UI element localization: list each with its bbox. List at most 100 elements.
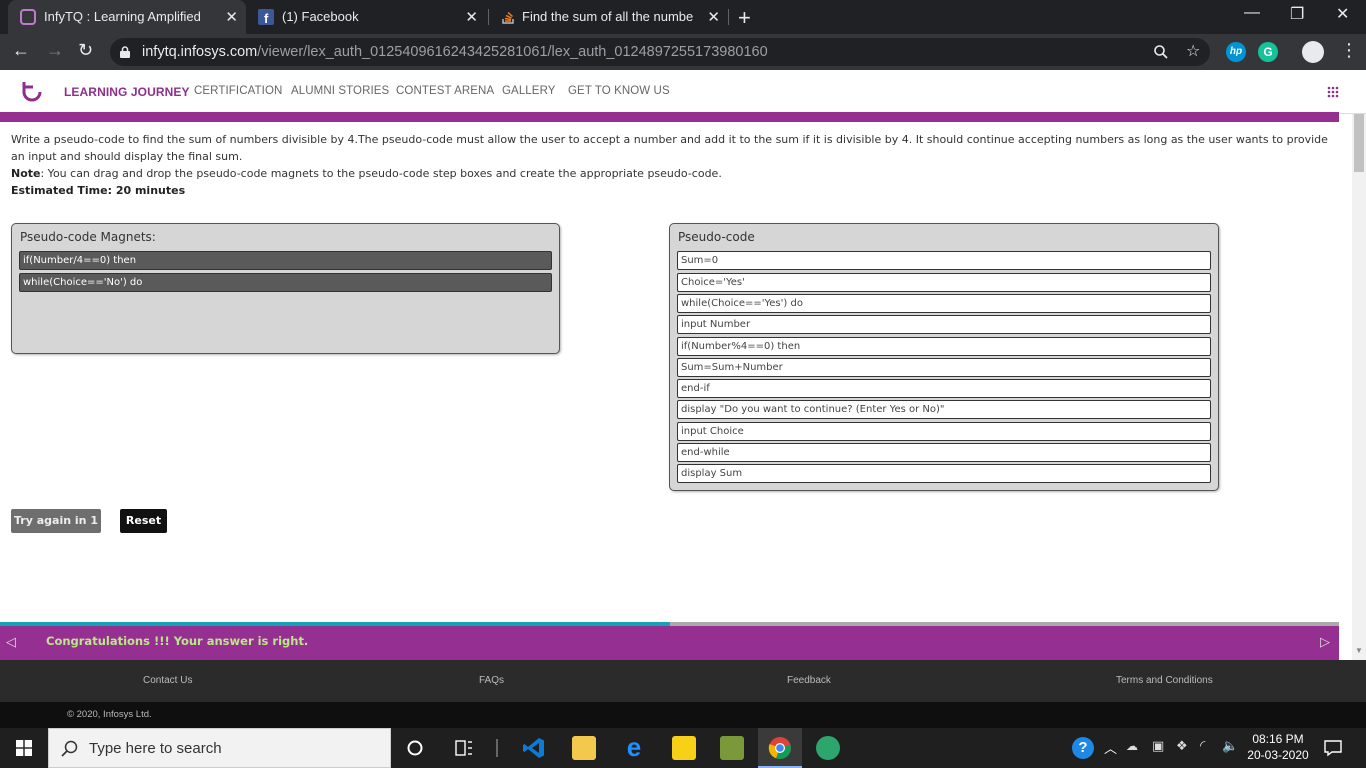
- pseudocode-step[interactable]: display "Do you want to continue? (Enter…: [677, 400, 1211, 419]
- forward-icon[interactable]: →: [46, 40, 64, 61]
- tab-title: InfyTQ : Learning Amplified: [44, 9, 201, 24]
- atom-icon[interactable]: [816, 736, 840, 760]
- cortana-icon[interactable]: [407, 740, 423, 756]
- taskbar-divider: [496, 739, 498, 757]
- profile-avatar[interactable]: [1302, 41, 1324, 63]
- browser-tab-bar: InfyTQ : Learning Amplified ✕ f (1) Face…: [0, 0, 1366, 34]
- nav-gallery[interactable]: GALLERY: [502, 85, 556, 97]
- magnet-item[interactable]: while(Choice=='No') do: [19, 273, 552, 292]
- apps-grid-icon[interactable]: [1327, 86, 1339, 98]
- editor-app-icon[interactable]: [720, 736, 744, 760]
- footer-contact-us[interactable]: Contact Us: [143, 675, 192, 686]
- vscode-icon[interactable]: [522, 736, 546, 760]
- nav-get-to-know-us[interactable]: GET TO KNOW US: [568, 85, 670, 97]
- close-tab-icon[interactable]: ✕: [707, 8, 720, 26]
- menu-kebab-icon[interactable]: ⋮: [1340, 40, 1358, 61]
- taskbar-clock[interactable]: 08:16 PM 20-03-2020: [1246, 731, 1310, 763]
- address-bar-row: ← → ↻ infytq.infosys.com/viewer/lex_auth…: [0, 34, 1366, 70]
- chrome-taskbar-item[interactable]: [758, 728, 802, 768]
- wifi-tray-icon[interactable]: ◜: [1200, 737, 1205, 754]
- pseudocode-step[interactable]: while(Choice=='Yes') do: [677, 294, 1211, 313]
- taskbar-search-box[interactable]: Type here to search: [48, 728, 391, 768]
- notifications-icon[interactable]: [1324, 739, 1342, 757]
- windows-taskbar: Type here to search e ? ︿ ☁ ▣ ❖ ◜ 🔈 08:1…: [0, 728, 1366, 768]
- tab-stackoverflow[interactable]: Find the sum of all the numbers ✕: [490, 0, 728, 34]
- minimize-icon[interactable]: —: [1244, 4, 1260, 22]
- scroll-down-icon[interactable]: ▼: [1355, 646, 1363, 655]
- nav-learning-journey[interactable]: LEARNING JOURNEY: [64, 85, 190, 99]
- task-view-icon[interactable]: [455, 740, 473, 756]
- page-scrollbar[interactable]: ▼: [1352, 114, 1366, 660]
- new-tab-button[interactable]: +: [738, 5, 751, 31]
- tab-infytq[interactable]: InfyTQ : Learning Amplified ✕: [8, 0, 246, 34]
- magnet-item[interactable]: if(Number/4==0) then: [19, 251, 552, 270]
- grammarly-extension-icon[interactable]: G: [1258, 42, 1278, 62]
- footer-faqs[interactable]: FAQs: [479, 675, 504, 686]
- close-tab-icon[interactable]: ✕: [465, 8, 478, 26]
- clock-time: 08:16 PM: [1252, 732, 1304, 746]
- bookmark-star-icon[interactable]: ☆: [1186, 41, 1200, 61]
- magnets-title: Pseudo-code Magnets:: [20, 230, 156, 244]
- infytq-icon: [20, 9, 36, 25]
- hp-extension-icon[interactable]: hp: [1226, 42, 1246, 62]
- note-text: : You can drag and drop the pseudo-code …: [40, 167, 722, 180]
- nav-alumni-stories[interactable]: ALUMNI STORIES: [291, 85, 389, 97]
- network-tray-icon[interactable]: ▣: [1152, 738, 1164, 754]
- pseudocode-step[interactable]: input Choice: [677, 422, 1211, 441]
- content-title-strip: [0, 112, 1339, 122]
- url-text: infytq.infosys.com/viewer/lex_auth_01254…: [142, 44, 768, 60]
- nav-contest-arena[interactable]: CONTEST ARENA: [396, 85, 494, 97]
- tray-chevron-icon[interactable]: ︿: [1104, 738, 1117, 757]
- tab-title: Find the sum of all the numbers: [522, 9, 694, 24]
- omnibox[interactable]: infytq.infosys.com/viewer/lex_auth_01254…: [110, 38, 1210, 66]
- edge-icon[interactable]: e: [622, 734, 646, 760]
- facebook-icon: f: [258, 9, 274, 25]
- help-tray-icon[interactable]: ?: [1072, 737, 1094, 759]
- url-host: infytq.infosys.com: [142, 44, 258, 60]
- pseudocode-step[interactable]: Sum=Sum+Number: [677, 358, 1211, 377]
- copyright-text: © 2020, Infosys Ltd.: [67, 709, 152, 720]
- pseudocode-step[interactable]: end-if: [677, 379, 1211, 398]
- cloud-tray-icon[interactable]: ☁: [1126, 739, 1138, 753]
- try-again-button[interactable]: Try again in 1: [11, 509, 101, 533]
- pseudocode-step[interactable]: if(Number%4==0) then: [677, 337, 1211, 356]
- footer-feedback[interactable]: Feedback: [787, 675, 831, 686]
- file-explorer-icon[interactable]: [572, 736, 596, 760]
- estimated-time: Estimated Time: 20 minutes: [11, 184, 186, 197]
- question-text: Write a pseudo-code to find the sum of n…: [11, 131, 1331, 199]
- next-arrow-icon[interactable]: ▷: [1320, 634, 1330, 650]
- scrollbar-thumb[interactable]: [1354, 114, 1364, 172]
- svg-text:f: f: [264, 11, 269, 25]
- footer-terms[interactable]: Terms and Conditions: [1116, 675, 1213, 686]
- pseudocode-step[interactable]: Choice='Yes': [677, 273, 1211, 292]
- search-icon: [61, 740, 78, 757]
- magnets-panel: Pseudo-code Magnets: if(Number/4==0) the…: [11, 223, 560, 354]
- pseudocode-step[interactable]: Sum=0: [677, 251, 1211, 270]
- dropbox-tray-icon[interactable]: ❖: [1176, 738, 1188, 754]
- pseudocode-step[interactable]: input Number: [677, 315, 1211, 334]
- result-bar: ◁ Congratulations !!! Your answer is rig…: [0, 626, 1339, 660]
- reload-icon[interactable]: ↻: [78, 40, 93, 61]
- tab-separator: [488, 9, 489, 25]
- pseudocode-title: Pseudo-code: [678, 230, 755, 244]
- question-note: Note: You can drag and drop the pseudo-c…: [11, 165, 1331, 182]
- pseudocode-step[interactable]: display Sum: [677, 464, 1211, 483]
- sticky-notes-icon[interactable]: [672, 736, 696, 760]
- close-window-icon[interactable]: ✕: [1336, 4, 1349, 24]
- copyright-bar: © 2020, Infosys Ltd.: [0, 702, 1366, 728]
- zoom-icon[interactable]: [1154, 45, 1168, 59]
- close-tab-icon[interactable]: ✕: [225, 8, 238, 26]
- tab-title: (1) Facebook: [282, 9, 359, 24]
- clock-date: 20-03-2020: [1247, 748, 1309, 762]
- back-icon[interactable]: ←: [12, 40, 30, 61]
- reset-button[interactable]: Reset: [120, 509, 167, 533]
- pseudocode-panel: Pseudo-code Sum=0 Choice='Yes' while(Cho…: [669, 223, 1219, 491]
- pseudocode-step[interactable]: end-while: [677, 443, 1211, 462]
- nav-certification[interactable]: CERTIFICATION: [194, 85, 282, 97]
- tab-facebook[interactable]: f (1) Facebook ✕: [248, 0, 486, 34]
- volume-tray-icon[interactable]: 🔈: [1222, 738, 1238, 754]
- restore-icon[interactable]: ❐: [1290, 4, 1304, 24]
- prev-arrow-icon[interactable]: ◁: [6, 634, 16, 650]
- infytq-logo[interactable]: [20, 79, 44, 103]
- windows-start-icon[interactable]: [16, 740, 32, 756]
